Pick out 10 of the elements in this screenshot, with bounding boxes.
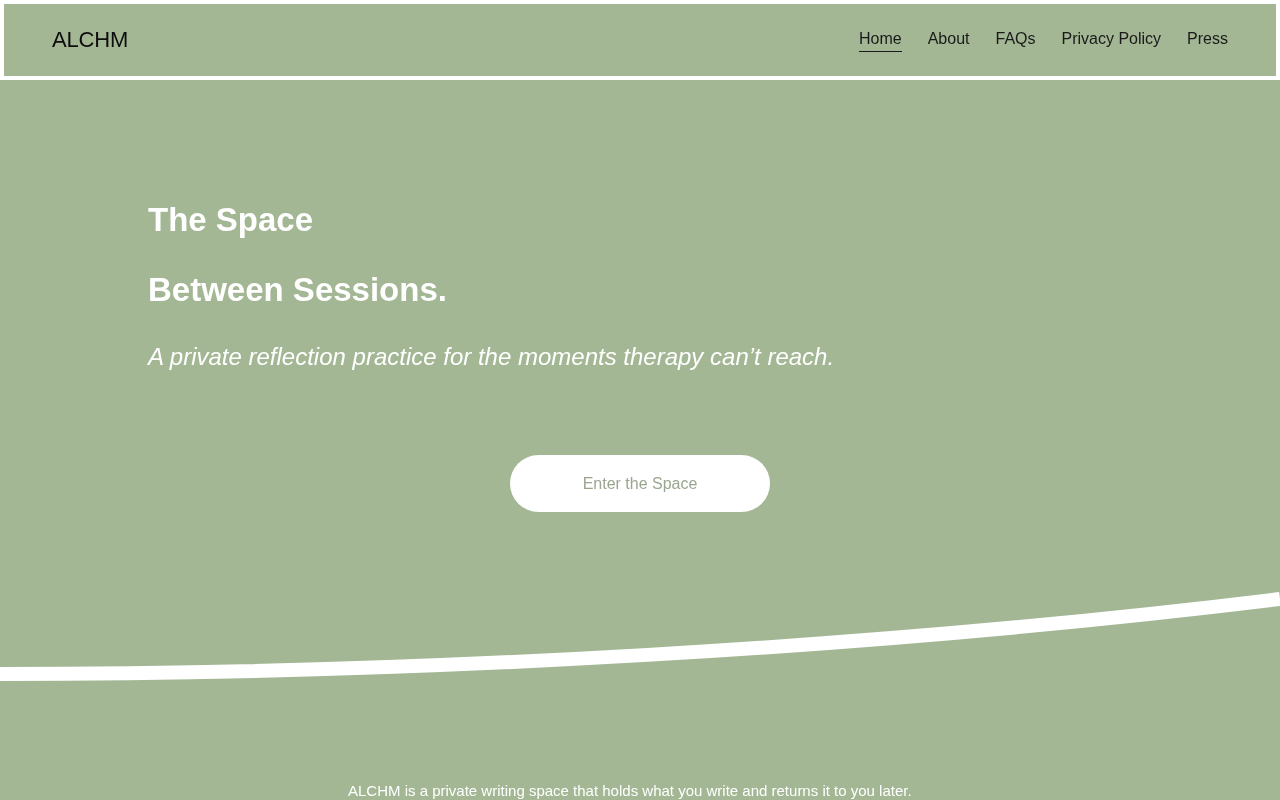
nav-link[interactable]: FAQs <box>995 28 1036 52</box>
nav-link[interactable]: Press <box>1187 28 1228 52</box>
hero-title: The Space <box>148 200 314 240</box>
nav-link[interactable]: Home <box>859 28 902 52</box>
nav-link[interactable]: About <box>927 28 970 52</box>
hero-title: Between Sessions. <box>148 270 447 310</box>
site-logo[interactable]: ALCHM <box>52 27 128 53</box>
intro-text: ALCHM is a private writing space that holds what you write and returns it to you later. <box>348 782 912 800</box>
hero-subtitle: A private reflection practice for the moments therapy can’t reach. <box>148 342 835 372</box>
nav-link[interactable]: Privacy Policy <box>1061 28 1162 52</box>
